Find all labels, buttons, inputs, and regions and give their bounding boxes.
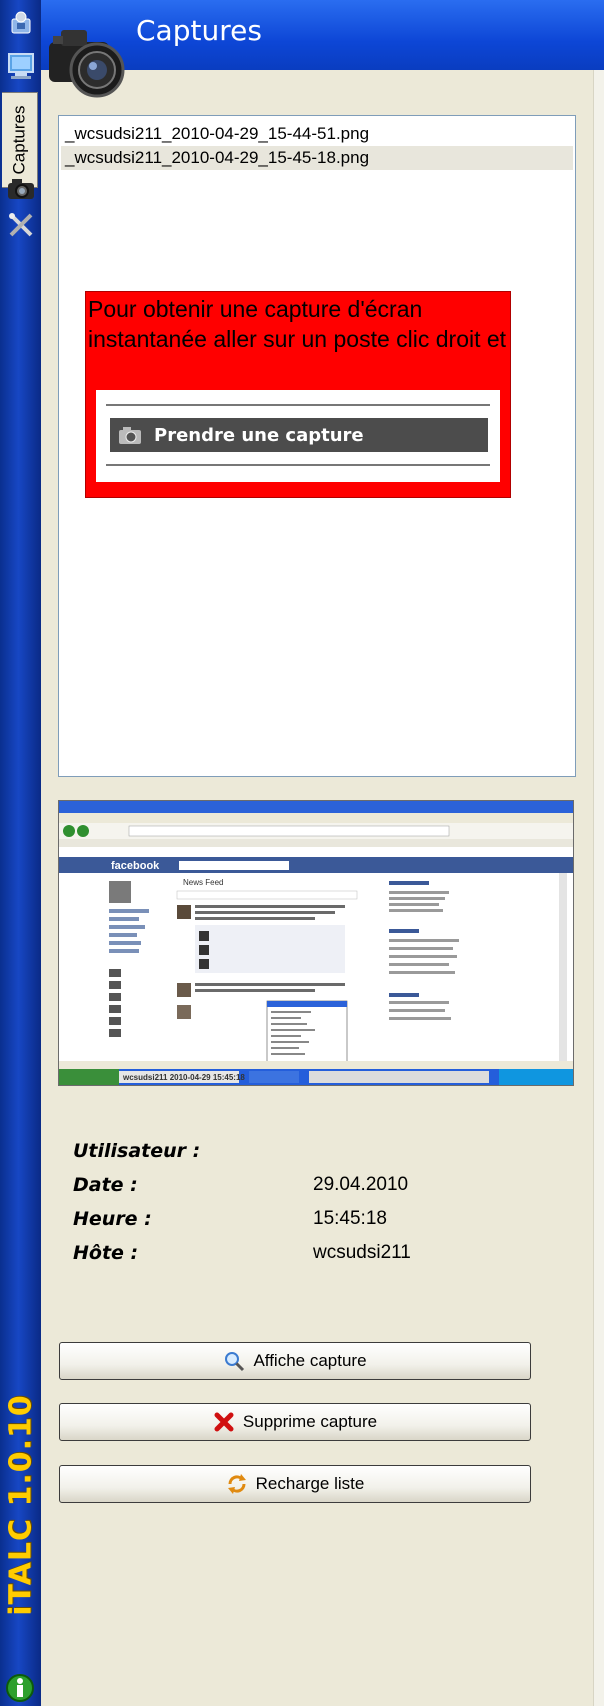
sidebar: Captures iTALC 1.0.10: [0, 0, 41, 1706]
delete-capture-label: Supprime capture: [242, 1412, 378, 1431]
monitor-tab-icon[interactable]: [4, 48, 37, 84]
preview-brand: facebook: [111, 860, 160, 872]
panel-edge: [593, 70, 604, 1706]
help-text: Pour obtenir une capture d'écran instant…: [88, 296, 507, 352]
camera-tab-icon[interactable]: [4, 170, 37, 206]
reload-list-button[interactable]: Recharge liste: [59, 1465, 531, 1503]
take-capture-label: Prendre une capture: [154, 424, 364, 446]
overview-tab-icon[interactable]: [4, 6, 37, 40]
camera-icon: [49, 30, 125, 98]
date-label: Date :: [73, 1174, 138, 1196]
context-menu-sample: Prendre une capture: [96, 390, 500, 482]
delete-capture-button[interactable]: Supprime capture: [59, 1403, 531, 1441]
date-value: 29.04.2010: [313, 1174, 409, 1195]
tools-tab-icon[interactable]: [4, 208, 37, 242]
take-capture-menu-item: Prendre une capture: [110, 418, 488, 452]
delete-x-icon: [213, 1411, 235, 1433]
camera-icon: [119, 427, 141, 444]
brand-area: iTALC 1.0.10: [0, 1335, 41, 1706]
captures-panel: Captures _wcsudsi211_2010-04-29_15-44-51…: [41, 0, 604, 1706]
tab-captures-label: Captures: [9, 105, 29, 175]
file-list-item-selected[interactable]: _wcsudsi211_2010-04-29_15-45-18.png: [61, 146, 573, 170]
capture-preview[interactable]: facebook News Feed wcsudsi211 2010-04-29…: [58, 800, 574, 1086]
host-value: wcsudsi211: [313, 1242, 411, 1263]
show-capture-button[interactable]: Affiche capture: [59, 1342, 531, 1380]
brand-label: iTALC 1.0.10: [3, 1394, 39, 1616]
time-label: Heure :: [73, 1208, 152, 1230]
show-capture-label: Affiche capture: [253, 1351, 367, 1370]
time-value: 15:45:18: [313, 1208, 387, 1229]
preview-status-text: wcsudsi211 2010-04-29 15:45:18: [122, 1073, 245, 1082]
italc-logo-icon: [6, 1674, 34, 1702]
capture-thumbnail: facebook News Feed wcsudsi211 2010-04-29…: [59, 801, 573, 1085]
help-box: Pour obtenir une capture d'écran instant…: [85, 291, 511, 498]
file-list-item[interactable]: _wcsudsi211_2010-04-29_15-44-51.png: [61, 122, 573, 146]
magnifier-icon: [223, 1350, 245, 1372]
reload-list-label: Recharge liste: [255, 1474, 365, 1493]
preview-news-feed: News Feed: [183, 878, 223, 887]
host-label: Hôte :: [73, 1242, 139, 1264]
user-label: Utilisateur :: [73, 1140, 201, 1162]
panel-title: Captures: [136, 14, 262, 47]
capture-file-list[interactable]: _wcsudsi211_2010-04-29_15-44-51.png _wcs…: [58, 115, 576, 777]
reload-icon: [226, 1473, 248, 1495]
